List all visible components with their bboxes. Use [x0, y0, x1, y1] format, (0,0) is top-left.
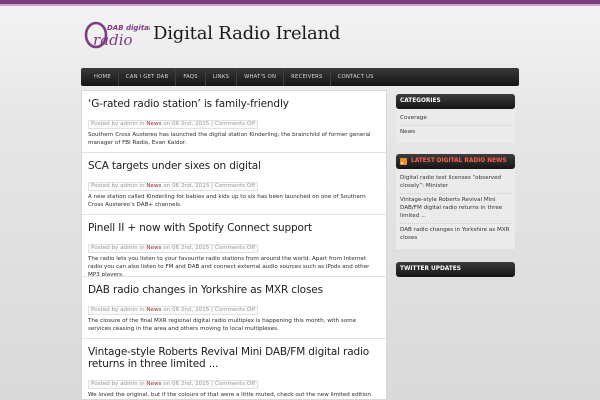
post-title[interactable]: Pinell II + now with Spotify Connect sup… — [88, 222, 380, 234]
nav-whats-on[interactable]: WHAT'S ON — [237, 68, 285, 86]
post-meta: Posted by admin in News on 06 2nd, 2015 … — [88, 120, 259, 129]
post-category-link[interactable]: News — [146, 381, 161, 387]
post-item: SCA targets under sixes on digital Poste… — [82, 153, 386, 215]
site-title[interactable]: Digital Radio Ireland — [153, 20, 340, 50]
nav-links[interactable]: LINKS — [206, 68, 238, 86]
twitter-widget-title: TWITTER UPDATES — [396, 262, 515, 277]
post-meta-comments: Comments Off — [214, 183, 256, 189]
post-meta-date: on 06 2nd, 2015 — [163, 183, 210, 189]
post-list: ‘G-rated radio station’ is family-friend… — [81, 90, 387, 400]
top-accent-stripe — [0, 4, 600, 6]
category-link-news[interactable]: News — [400, 126, 511, 139]
post-category-link[interactable]: News — [146, 245, 161, 251]
post-item: ‘G-rated radio station’ is family-friend… — [82, 91, 386, 153]
post-meta-author: Posted by admin in — [91, 245, 145, 251]
post-title[interactable]: Vintage-style Roberts Revival Mini DAB/F… — [88, 346, 380, 370]
latest-news-widget-header: LATEST DIGITAL RADIO NEWS — [396, 154, 515, 169]
post-category-link[interactable]: News — [146, 183, 161, 189]
post-excerpt: We loved the original, but if the colour… — [88, 392, 371, 398]
latest-news-widget-title: LATEST DIGITAL RADIO NEWS — [411, 158, 507, 164]
main-navigation: HOME CAN I GET DAB FAQS LINKS WHAT'S ON … — [81, 68, 519, 86]
post-meta-date: on 06 2nd, 2015 — [163, 121, 210, 127]
latest-news-link[interactable]: DAB radio changes in Yorkshire as MXR cl… — [400, 224, 511, 245]
twitter-widget: TWITTER UPDATES — [396, 262, 515, 277]
post-title[interactable]: ‘G-rated radio station’ is family-friend… — [88, 98, 380, 110]
post-meta-date: on 06 2nd, 2015 — [163, 307, 210, 313]
rss-icon[interactable] — [400, 158, 407, 165]
post-meta-author: Posted by admin in — [91, 307, 145, 313]
post-meta-date: on 06 2nd, 2015 — [163, 245, 210, 251]
post-title[interactable]: DAB radio changes in Yorkshire as MXR cl… — [88, 284, 380, 296]
logo-main-text: radio — [93, 31, 133, 49]
category-link-coverage[interactable]: Coverage — [400, 112, 511, 126]
sidebar: CATEGORIES Coverage News LATEST DIGITAL … — [396, 94, 515, 277]
post-excerpt: Southern Cross Austereo has launched the… — [88, 132, 371, 146]
post-meta: Posted by admin in News on 06 2nd, 2015 … — [88, 182, 259, 191]
nav-home[interactable]: HOME — [87, 68, 119, 86]
post-meta-author: Posted by admin in — [91, 183, 145, 189]
post-excerpt: A new station called Kinderling for babi… — [88, 194, 366, 208]
nav-receivers[interactable]: RECEIVERS — [284, 68, 331, 86]
post-title[interactable]: SCA targets under sixes on digital — [88, 160, 380, 172]
site-logo[interactable]: DAB digital radio — [84, 20, 150, 50]
categories-widget: CATEGORIES Coverage News — [396, 94, 515, 143]
post-meta-comments: Comments Off — [214, 381, 256, 387]
latest-news-list: Digital radio test licenses “observed cl… — [396, 169, 515, 249]
nav-can-i-get-dab[interactable]: CAN I GET DAB — [119, 68, 177, 86]
post-excerpt: The radio lets you listen to your favour… — [88, 256, 370, 277]
post-category-link[interactable]: News — [146, 121, 161, 127]
post-meta-author: Posted by admin in — [91, 121, 145, 127]
post-meta: Posted by admin in News on 06 2nd, 2015 … — [88, 306, 259, 315]
post-excerpt: The closure of the final MXR regional di… — [88, 318, 357, 332]
post-meta-comments: Comments Off — [214, 245, 256, 251]
nav-contact-us[interactable]: CONTACT US — [331, 68, 381, 86]
latest-news-link[interactable]: Vintage-style Roberts Revival Mini DAB/F… — [400, 194, 511, 224]
latest-news-link[interactable]: Digital radio test licenses “observed cl… — [400, 172, 511, 194]
post-meta-author: Posted by admin in — [91, 381, 145, 387]
post-meta: Posted by admin in News on 06 2nd, 2015 … — [88, 244, 259, 253]
post-item: DAB radio changes in Yorkshire as MXR cl… — [82, 277, 386, 339]
post-meta: Posted by admin in News on 06 2nd, 2015 … — [88, 380, 259, 389]
post-meta-comments: Comments Off — [214, 121, 256, 127]
post-item: Pinell II + now with Spotify Connect sup… — [82, 215, 386, 277]
post-meta-comments: Comments Off — [214, 307, 256, 313]
categories-widget-title: CATEGORIES — [396, 94, 515, 109]
post-category-link[interactable]: News — [146, 307, 161, 313]
latest-news-widget: LATEST DIGITAL RADIO NEWS Digital radio … — [396, 154, 515, 249]
categories-list: Coverage News — [396, 109, 515, 143]
post-meta-date: on 06 2nd, 2015 — [163, 381, 210, 387]
nav-faqs[interactable]: FAQS — [176, 68, 206, 86]
post-item: Vintage-style Roberts Revival Mini DAB/F… — [82, 339, 386, 399]
